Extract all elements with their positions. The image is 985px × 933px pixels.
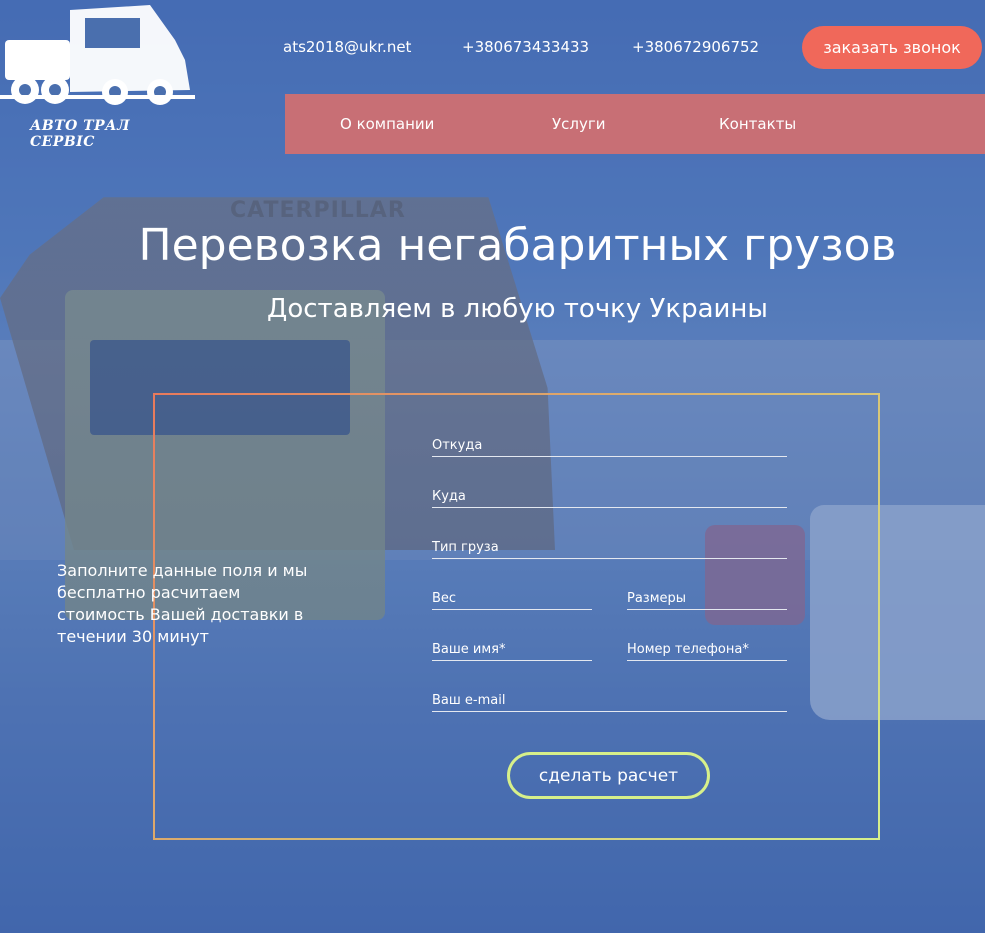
- email-field[interactable]: Ваш e-mail: [432, 691, 787, 712]
- email-field-label: Ваш e-mail: [432, 693, 506, 708]
- dimensions-field[interactable]: Размеры: [627, 589, 787, 610]
- logo-text: АВТО ТРАЛ СЕРВІС: [30, 118, 130, 150]
- nav-item-services[interactable]: Услуги: [552, 115, 605, 133]
- phone-link-2[interactable]: +380672906752: [632, 38, 759, 56]
- calculate-button[interactable]: сделать расчет: [507, 752, 710, 799]
- from-field[interactable]: Откуда: [432, 436, 787, 457]
- weight-field[interactable]: Вес: [432, 589, 592, 610]
- nav-item-about[interactable]: О компании: [340, 115, 434, 133]
- truck-logo-icon: [0, 5, 195, 105]
- cargo-type-field-label: Тип груза: [432, 540, 499, 555]
- weight-field-label: Вес: [432, 591, 457, 606]
- phone-field-label: Номер телефона*: [627, 642, 749, 657]
- cargo-type-field[interactable]: Тип груза: [432, 538, 787, 559]
- name-field[interactable]: Ваше имя*: [432, 640, 592, 661]
- from-field-label: Откуда: [432, 438, 483, 453]
- name-field-label: Ваше имя*: [432, 642, 506, 657]
- main-nav: О компании Услуги Контакты: [285, 94, 985, 154]
- callback-button[interactable]: заказать звонок: [802, 26, 982, 69]
- hero-title: Перевозка негабаритных грузов: [138, 220, 897, 271]
- phone-field[interactable]: Номер телефона*: [627, 640, 787, 661]
- dimensions-field-label: Размеры: [627, 591, 687, 606]
- company-logo[interactable]: АВТО ТРАЛ СЕРВІС: [0, 0, 200, 155]
- form-note: Заполните данные поля и мы бесплатно рас…: [57, 561, 308, 646]
- hero-subtitle: Доставляем в любую точку Украины: [267, 294, 768, 324]
- to-field-label: Куда: [432, 489, 466, 504]
- email-link[interactable]: ats2018@ukr.net: [283, 38, 411, 56]
- nav-item-contacts[interactable]: Контакты: [719, 115, 796, 133]
- phone-link-1[interactable]: +380673433433: [462, 38, 589, 56]
- to-field[interactable]: Куда: [432, 487, 787, 508]
